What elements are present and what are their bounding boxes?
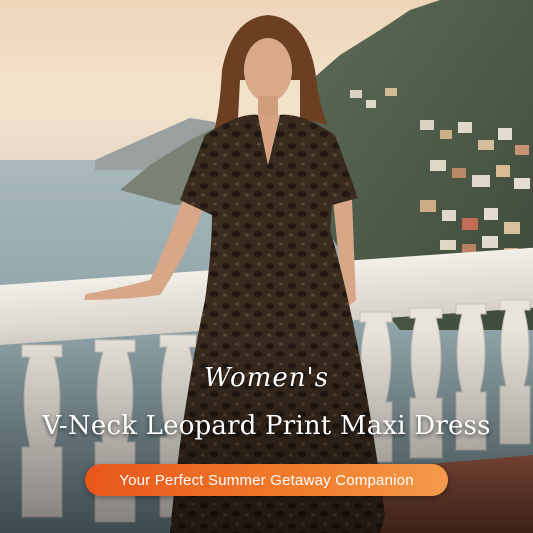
neck: [258, 96, 278, 118]
scene-photo: [0, 0, 533, 533]
womens-label: Women's: [204, 363, 329, 393]
tagline-text: Your Perfect Summer Getaway Companion: [119, 471, 414, 489]
product-banner: Women's V-Neck Leopard Print Maxi Dress …: [0, 0, 533, 533]
face: [244, 38, 292, 102]
tagline-banner: Your Perfect Summer Getaway Companion: [85, 464, 448, 496]
title-block: Women's V-Neck Leopard Print Maxi Dress: [0, 362, 533, 444]
product-title: V-Neck Leopard Print Maxi Dress: [42, 411, 491, 441]
